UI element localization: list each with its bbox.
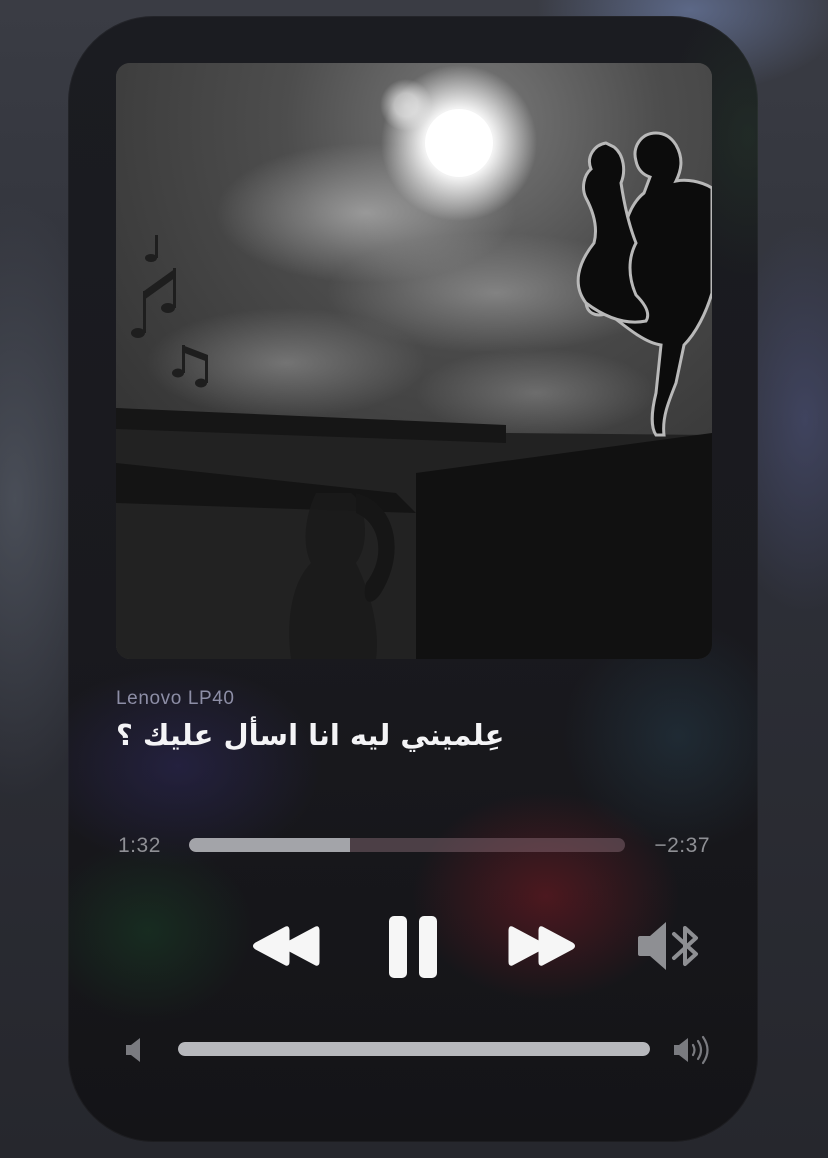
album-artwork: [116, 63, 712, 659]
fast-forward-button[interactable]: [508, 922, 576, 970]
pause-icon: [389, 916, 437, 978]
playback-progress-fill: [189, 838, 351, 852]
volume-high-button: [672, 1035, 714, 1065]
audio-output-button[interactable]: [636, 918, 706, 974]
output-device-name: Lenovo LP40: [116, 688, 235, 709]
volume-high-icon: [674, 1035, 709, 1065]
rewind-icon: [253, 926, 320, 966]
remaining-time: −2:37: [654, 834, 710, 857]
elapsed-time: 1:32: [118, 834, 161, 857]
volume-slider-fill: [178, 1042, 650, 1056]
playback-scrubber[interactable]: [189, 838, 625, 852]
fast-forward-icon: [508, 926, 575, 966]
pause-button[interactable]: [387, 914, 439, 980]
volume-low-button: [124, 1036, 146, 1064]
now-playing-card: Lenovo LP40 عِلميني ليه انا اسأل عليك ؟ …: [68, 16, 758, 1142]
volume-slider[interactable]: [178, 1042, 650, 1056]
song-title: عِلميني ليه انا اسأل عليك ؟: [116, 718, 505, 752]
volume-low-icon: [126, 1038, 140, 1062]
speaker-bluetooth-icon: [638, 922, 698, 970]
rewind-button[interactable]: [252, 922, 320, 970]
artwork-image: [116, 63, 712, 659]
